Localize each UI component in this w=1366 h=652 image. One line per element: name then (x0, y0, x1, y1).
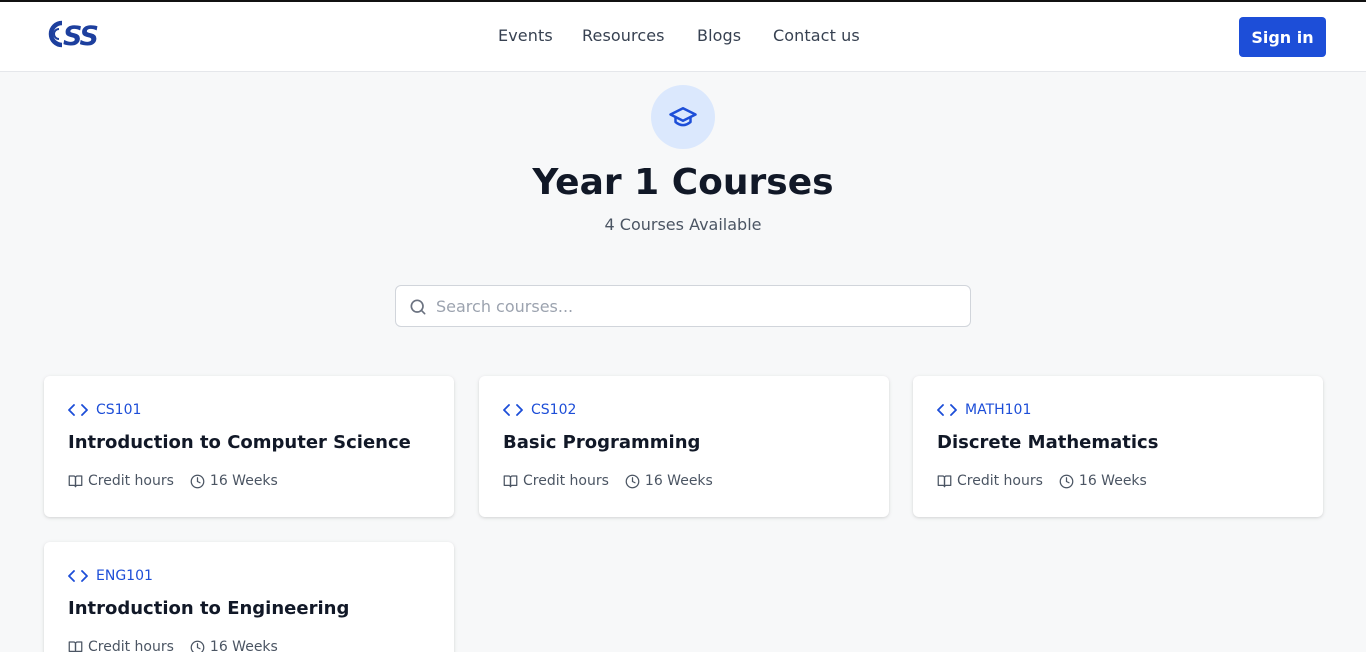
code-icon (503, 404, 523, 416)
code-icon (68, 570, 88, 582)
course-code-row: ENG101 (68, 567, 153, 585)
clock-icon (1059, 474, 1074, 488)
course-code-row: CS102 (503, 401, 576, 419)
course-code: CS101 (96, 402, 142, 418)
course-title: Discrete Mathematics (937, 432, 1159, 453)
nav-contact-us[interactable]: Contact us (773, 26, 860, 45)
search-box (395, 285, 971, 327)
course-duration: 16 Weeks (209, 473, 278, 489)
course-card-cs101[interactable]: CS101 Introduction to Computer Science C… (44, 376, 454, 517)
course-card-cs102[interactable]: CS102 Basic Programming Credit hours 16 … (479, 376, 889, 517)
course-duration: 16 Weeks (1078, 473, 1147, 489)
course-duration: 16 Weeks (644, 473, 713, 489)
course-title: Introduction to Computer Science (68, 432, 411, 453)
course-card-eng101[interactable]: ENG101 Introduction to Engineering Credi… (44, 542, 454, 652)
course-code-row: CS101 (68, 401, 141, 419)
site-header: SS Events Resources Blogs Contact us Sig… (0, 2, 1366, 72)
clock-icon (190, 474, 205, 488)
code-icon (937, 404, 957, 416)
credit-hours-label: Credit hours (88, 473, 174, 489)
book-icon (937, 475, 952, 488)
course-code-row: MATH101 (937, 401, 1031, 419)
search-input[interactable] (436, 286, 956, 326)
search-icon (410, 299, 426, 315)
course-card-math101[interactable]: MATH101 Discrete Mathematics Credit hour… (913, 376, 1323, 517)
page-title: Year 1 Courses (532, 162, 834, 203)
course-code: CS102 (531, 402, 577, 418)
credit-hours-label: Credit hours (88, 639, 174, 652)
nav-blogs[interactable]: Blogs (697, 26, 741, 45)
course-meta: Credit hours 16 Weeks (503, 473, 713, 489)
course-duration: 16 Weeks (209, 639, 278, 652)
course-code: MATH101 (965, 402, 1032, 418)
code-icon (68, 404, 88, 416)
course-meta: Credit hours 16 Weeks (937, 473, 1147, 489)
credit-hours-label: Credit hours (957, 473, 1043, 489)
courses-count: 4 Courses Available (604, 215, 762, 234)
course-meta: Credit hours 16 Weeks (68, 639, 278, 652)
nav-events[interactable]: Events (498, 26, 553, 45)
logo[interactable]: SS (46, 18, 116, 50)
nav-resources[interactable]: Resources (582, 26, 665, 45)
course-title: Introduction to Engineering (68, 598, 350, 619)
graduation-cap-icon (669, 107, 697, 127)
sign-in-button[interactable]: Sign in (1239, 17, 1326, 57)
course-title: Basic Programming (503, 432, 701, 453)
clock-icon (625, 474, 640, 488)
credit-hours-label: Credit hours (523, 473, 609, 489)
course-meta: Credit hours 16 Weeks (68, 473, 278, 489)
book-icon (68, 475, 83, 488)
main-nav: Events Resources Blogs Contact us (0, 2, 1366, 72)
book-icon (503, 475, 518, 488)
book-icon (68, 641, 83, 652)
svg-text:SS: SS (63, 21, 97, 50)
hero-icon-badge (651, 85, 715, 149)
clock-icon (190, 640, 205, 652)
course-code: ENG101 (96, 568, 153, 584)
